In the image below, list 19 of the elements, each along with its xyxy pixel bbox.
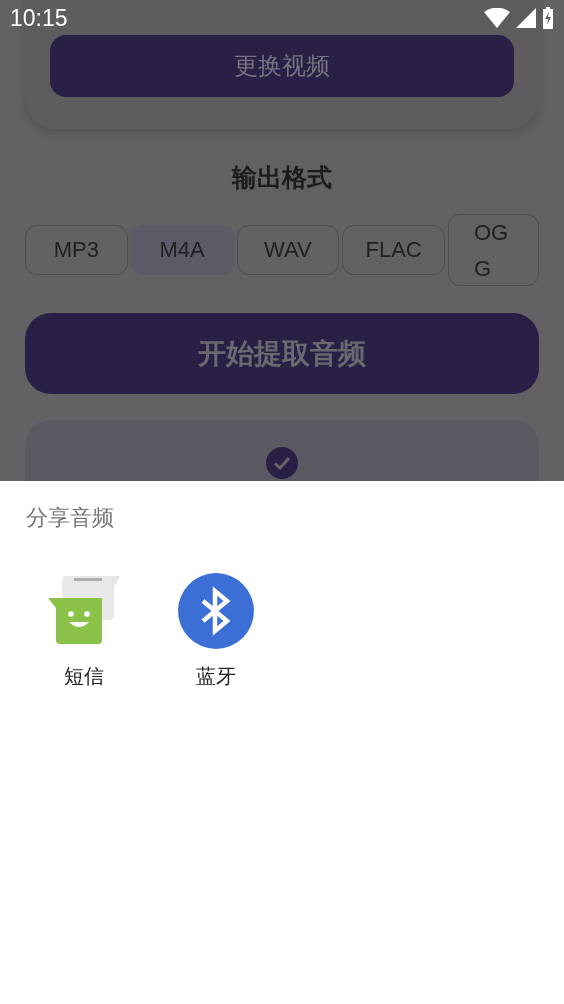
- signal-icon: [516, 8, 536, 28]
- section-title: 输出格式: [232, 162, 332, 194]
- share-target-label: 蓝牙: [196, 663, 236, 690]
- battery-icon: [542, 7, 554, 29]
- share-target[interactable]: 短信: [32, 573, 136, 690]
- extract-audio-button[interactable]: 开始提取音频: [25, 313, 539, 394]
- format-option[interactable]: M4A: [130, 225, 234, 275]
- format-option[interactable]: MP3: [25, 225, 128, 275]
- format-option[interactable]: WAV: [236, 225, 340, 275]
- format-option[interactable]: OGG: [448, 214, 539, 286]
- sheet-title: 分享音频: [25, 504, 115, 532]
- share-target-label: 短信: [64, 663, 104, 690]
- check-circle-icon: [266, 447, 298, 479]
- replace-video-button[interactable]: 更换视频: [50, 35, 514, 97]
- status-time: 10:15: [10, 4, 68, 32]
- share-target[interactable]: 蓝牙: [164, 573, 268, 690]
- bluetooth-icon: [178, 573, 254, 649]
- format-option[interactable]: FLAC: [342, 225, 445, 275]
- wifi-icon: [484, 8, 510, 28]
